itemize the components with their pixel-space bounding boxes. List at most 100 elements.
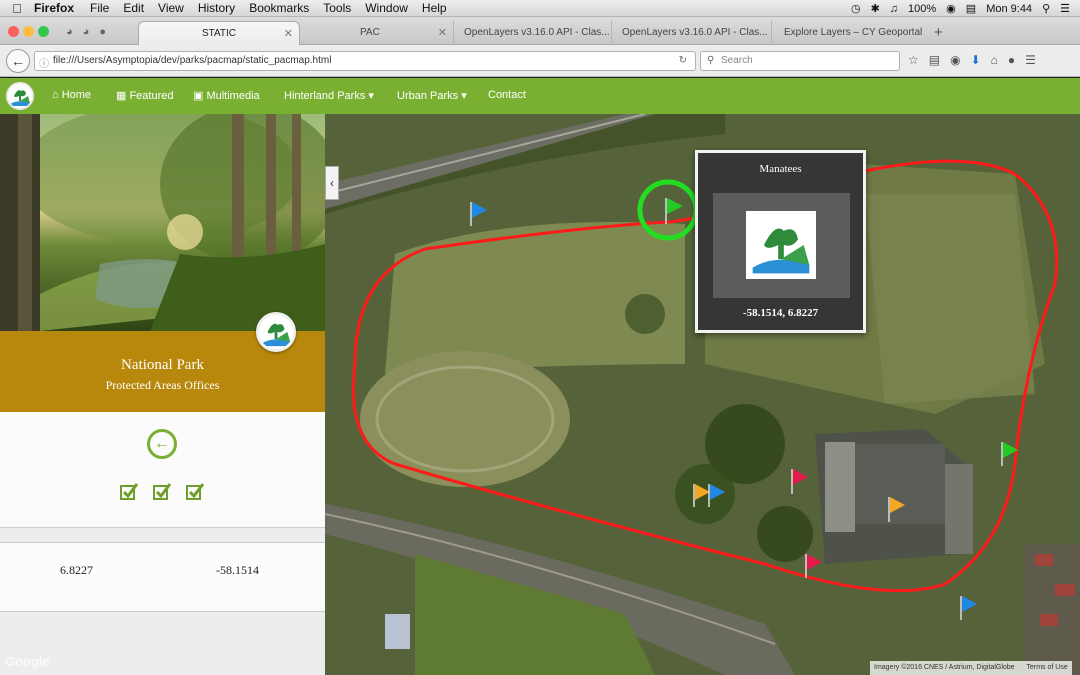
nav-featured-label: Featured (129, 90, 174, 102)
close-window-icon[interactable] (8, 26, 19, 37)
park-logo-icon (8, 84, 32, 108)
nav-contact-label: Contact (488, 89, 526, 101)
url-text: file:///Users/Asymptopia/dev/parks/pacma… (53, 55, 332, 66)
tab-explore-layers[interactable]: Explore Layers – CY Geoportal (774, 21, 926, 45)
search-placeholder: Search (721, 55, 753, 66)
tab-strip: ◕ ◕ ● STATIC ✕ PAC ✕ OpenLayers v3.16.0 … (0, 17, 1080, 45)
menu-bookmarks[interactable]: Bookmarks (249, 1, 309, 15)
menu-edit[interactable]: Edit (123, 1, 144, 15)
downloads-icon[interactable]: ⬇ (971, 53, 981, 67)
checkbox-checked-icon[interactable] (120, 482, 138, 500)
spotlight-icon[interactable]: ⚲ (1042, 2, 1050, 15)
park-subtitle: Protected Areas Offices (105, 378, 220, 392)
notification-icon[interactable]: ☰ (1060, 2, 1070, 15)
tab-openlayers-2[interactable]: OpenLayers v3.16.0 API - Clas... (612, 21, 772, 45)
site-info-icon[interactable]: ⓘ (39, 55, 49, 70)
tab-close-icon[interactable]: ✕ (438, 26, 447, 39)
nav-hinterland-parks[interactable]: Hinterland Parks ▾ (284, 89, 374, 102)
chevron-left-icon: ‹ (330, 176, 334, 190)
pinned-tab-globe-icon[interactable]: ◕ (66, 26, 73, 38)
popup-logo (746, 211, 816, 279)
pocket-icon[interactable]: ◉ (950, 53, 960, 67)
menu-tools[interactable]: Tools (323, 1, 351, 15)
tab-close-icon[interactable]: ✕ (284, 27, 293, 40)
new-tab-icon[interactable]: + (934, 24, 943, 41)
home-icon[interactable]: ⌂ (991, 53, 998, 67)
reading-list-icon[interactable]: ▤ (929, 53, 940, 67)
nav-home-label: Home (61, 89, 92, 101)
nav-featured[interactable]: ▦ Featured (116, 89, 173, 102)
bluetooth-icon[interactable]: ✱ (871, 2, 880, 15)
display-icon[interactable]: ▤ (966, 2, 976, 15)
search-input[interactable]: ⚲ Search (700, 51, 900, 71)
menu-view[interactable]: View (158, 1, 184, 15)
chat-icon[interactable]: ● (1008, 53, 1015, 67)
reload-icon[interactable]: ↻ (679, 55, 687, 66)
site-logo[interactable] (6, 82, 34, 110)
nav-hinterland-label: Hinterland Parks ▾ (284, 90, 374, 102)
park-photo (0, 114, 325, 331)
park-logo-icon (747, 211, 815, 279)
home-icon: ⌂ (52, 89, 62, 101)
tab-label: PAC (360, 27, 380, 38)
menubar-clock[interactable]: Mon 9:44 (986, 3, 1032, 15)
map-attribution: Imagery ©2016 CNES / Astrium, DigitalGlo… (870, 661, 1072, 675)
longitude-value: -58.1514 (216, 563, 259, 577)
controls-panel: ← (0, 412, 325, 528)
park-logo-icon (259, 315, 293, 349)
checkbox-checked-icon[interactable] (153, 482, 171, 500)
park-photo-image (0, 114, 325, 331)
wifi-icon[interactable]: ◉ (946, 2, 956, 15)
apple-icon[interactable]:  (0, 1, 34, 16)
coordinate-panel: 6.8227 -58.1514 (0, 542, 325, 612)
github-icon[interactable]: ● (99, 26, 106, 38)
menu-window[interactable]: Window (365, 1, 408, 15)
map-popup[interactable]: Manatees -58.1514, 6.8227 (695, 150, 866, 333)
nav-multimedia-label: Multimedia (206, 90, 260, 102)
latitude-value: 6.8227 (60, 563, 93, 577)
url-bar[interactable]: ⓘ file:///Users/Asymptopia/dev/parks/pac… (34, 51, 696, 71)
volume-icon[interactable]: ♫ (890, 3, 898, 15)
popup-image-frame (713, 193, 850, 298)
nav-multimedia[interactable]: ▣ Multimedia (193, 89, 260, 102)
nav-urban-parks[interactable]: Urban Parks ▾ (397, 89, 467, 102)
menu-file[interactable]: File (90, 1, 109, 15)
nav-home[interactable]: ⌂ Home (52, 89, 91, 101)
tab-label: OpenLayers v3.16.0 API - Clas... (622, 27, 768, 38)
minimize-window-icon[interactable] (23, 26, 34, 37)
tab-label: Explore Layers – CY Geoportal (784, 27, 923, 38)
sidebar-collapse-button[interactable]: ‹ (325, 166, 339, 200)
search-icon: ⚲ (707, 55, 715, 66)
film-icon: ▦ (116, 90, 130, 102)
attribution-text: Imagery ©2016 CNES / Astrium, DigitalGlo… (874, 664, 1015, 671)
nav-urban-label: Urban Parks ▾ (397, 90, 467, 102)
picture-icon: ▣ (193, 90, 207, 102)
sidebar: National Park Protected Areas Offices ← (0, 114, 325, 675)
battery-percent[interactable]: 100% (908, 3, 936, 15)
park-title: National Park (121, 357, 204, 373)
tab-openlayers-1[interactable]: OpenLayers v3.16.0 API - Clas... (454, 21, 612, 45)
browser-toolbar: ← ⓘ file:///Users/Asymptopia/dev/parks/p… (0, 45, 1080, 77)
zoom-window-icon[interactable] (38, 26, 49, 37)
menu-help[interactable]: Help (422, 1, 447, 15)
park-badge-logo (256, 312, 296, 352)
bookmark-star-icon[interactable]: ☆ (908, 53, 919, 67)
tab-pac[interactable]: PAC ✕ (300, 21, 454, 45)
popup-title: Manatees (759, 163, 802, 175)
app-name[interactable]: Firefox (34, 1, 74, 15)
menu-history[interactable]: History (198, 1, 235, 15)
mac-menubar:  Firefox File Edit View History Bookmar… (0, 0, 1080, 17)
tab-static[interactable]: STATIC ✕ (138, 21, 300, 45)
hamburger-menu-icon[interactable]: ☰ (1025, 53, 1036, 67)
back-button[interactable]: ← (6, 49, 30, 73)
nav-contact[interactable]: Contact (488, 89, 526, 101)
pinned-tab-globe-icon[interactable]: ◕ (83, 26, 90, 38)
checkbox-checked-icon[interactable] (186, 482, 204, 500)
back-arrow-button[interactable]: ← (147, 429, 177, 459)
popup-coordinates: -58.1514, 6.8227 (742, 307, 819, 319)
clock-history-icon[interactable]: ◷ (851, 2, 861, 15)
tab-label: OpenLayers v3.16.0 API - Clas... (464, 27, 610, 38)
tab-label: STATIC (201, 28, 237, 39)
terms-of-use-link[interactable]: Terms of Use (1027, 664, 1068, 671)
google-watermark: Google (5, 654, 50, 669)
